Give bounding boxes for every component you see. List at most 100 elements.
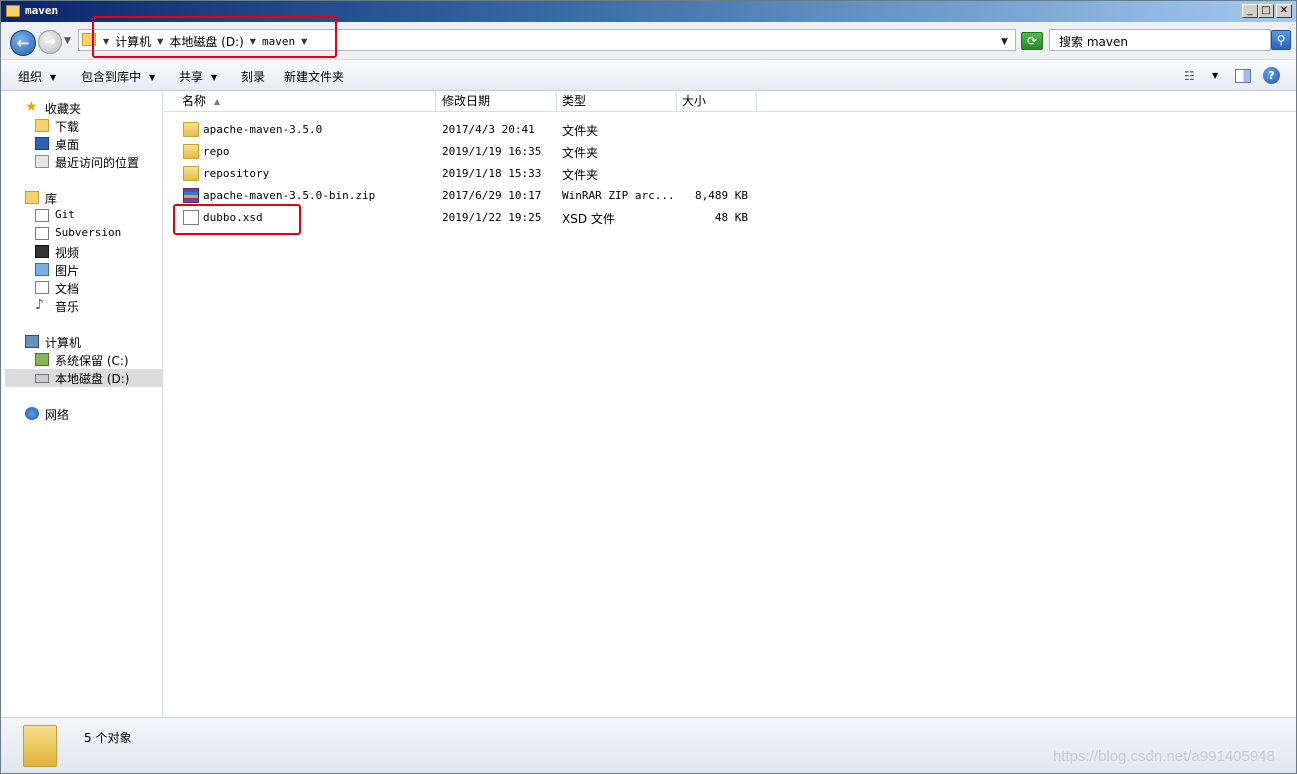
- file-row[interactable]: dubbo.xsd 2019/1/22 19:25 XSD 文件 48 KB: [177, 207, 757, 229]
- pictures-icon: [35, 263, 49, 276]
- file-list[interactable]: 名称 ▲ 修改日期 类型 大小 apache-maven-3.5.0 2017/4…: [164, 91, 1296, 717]
- file-date: 2017/6/29 10:17: [442, 189, 542, 202]
- column-header-size[interactable]: 大小: [677, 91, 757, 112]
- nav-subversion-label: Subversion: [55, 226, 122, 239]
- file-size: 8,489 KB: [695, 189, 748, 202]
- share-button[interactable]: 共享 ▼: [179, 68, 217, 85]
- search-placeholder: 搜索 maven: [1059, 35, 1128, 49]
- breadcrumb-maven[interactable]: maven: [262, 35, 295, 48]
- file-size: 48 KB: [714, 211, 748, 224]
- nav-favorites-label: 收藏夹: [45, 102, 82, 116]
- nav-drive-d[interactable]: 本地磁盘 (D:): [5, 369, 163, 387]
- file-row[interactable]: repo 2019/1/19 16:35 文件夹: [177, 141, 757, 163]
- view-dropdown-icon[interactable]: ▼: [1212, 71, 1218, 80]
- nav-network-label: 网络: [45, 408, 70, 422]
- nav-favorites[interactable]: ★ 收藏夹: [5, 99, 163, 117]
- nav-desktop-label: 桌面: [55, 138, 80, 152]
- breadcrumb-chevron-icon[interactable]: ▼: [157, 37, 163, 46]
- column-header-type[interactable]: 类型: [557, 91, 677, 112]
- drive-icon: [35, 374, 49, 383]
- git-library-icon: [35, 209, 49, 222]
- help-icon[interactable]: ?: [1263, 67, 1280, 84]
- column-header-name[interactable]: 名称 ▲: [177, 91, 436, 112]
- close-button[interactable]: ✕: [1276, 4, 1292, 18]
- share-label: 共享: [179, 70, 204, 84]
- breadcrumb-chevron-icon[interactable]: ▼: [301, 37, 307, 46]
- address-history-dropdown[interactable]: ▼: [1001, 37, 1008, 47]
- music-icon: ♪: [35, 297, 44, 313]
- folder-icon: [183, 122, 199, 137]
- file-row[interactable]: apache-maven-3.5.0 2017/4/3 20:41 文件夹: [177, 119, 757, 141]
- command-bar: 组织 ▼ 包含到库中 ▼ 共享 ▼ 刻录 新建文件夹 ☷ ▼ ?: [1, 61, 1296, 91]
- chevron-down-icon: ▼: [50, 73, 57, 82]
- nav-downloads-label: 下载: [55, 120, 80, 134]
- nav-libraries[interactable]: 库: [5, 189, 163, 207]
- nav-drive-c-label: 系统保留 (C:): [55, 354, 129, 368]
- nav-drive-c[interactable]: 系统保留 (C:): [5, 351, 163, 369]
- nav-music-label: 音乐: [55, 300, 80, 314]
- minimize-button[interactable]: _: [1242, 4, 1258, 18]
- file-type: 文件夹: [562, 124, 599, 138]
- library-icon: [25, 191, 39, 204]
- nav-network[interactable]: 网络: [5, 405, 163, 423]
- breadcrumb-chevron-icon[interactable]: ▼: [250, 37, 256, 46]
- network-icon: [25, 407, 39, 420]
- nav-subversion[interactable]: Subversion: [5, 225, 163, 243]
- search-icon[interactable]: ⚲: [1271, 30, 1291, 50]
- nav-drive-d-label: 本地磁盘 (D:): [55, 372, 130, 386]
- winrar-archive-icon: [183, 188, 199, 203]
- breadcrumb-computer[interactable]: 计算机: [115, 33, 151, 50]
- file-name: repo: [203, 145, 230, 158]
- breadcrumb-drive-d[interactable]: 本地磁盘 (D:): [169, 33, 243, 50]
- file-row[interactable]: apache-maven-3.5.0-bin.zip 2017/6/29 10:…: [177, 185, 757, 207]
- nav-recent-places[interactable]: 最近访问的位置: [5, 153, 163, 171]
- file-name: apache-maven-3.5.0-bin.zip: [203, 189, 376, 202]
- folder-icon: [6, 5, 20, 17]
- nav-computer-label: 计算机: [45, 336, 82, 350]
- nav-music[interactable]: ♪ 音乐: [5, 297, 163, 315]
- forward-button[interactable]: →: [38, 30, 62, 54]
- folder-icon: [183, 166, 199, 181]
- nav-computer[interactable]: 计算机: [5, 333, 163, 351]
- file-date: 2019/1/22 19:25: [442, 211, 542, 224]
- back-button[interactable]: ←: [10, 30, 36, 56]
- chevron-down-icon: ▼: [211, 73, 218, 82]
- breadcrumb-root-chevron-icon[interactable]: ▼: [103, 37, 109, 46]
- burn-button[interactable]: 刻录: [241, 68, 265, 85]
- recent-pages-dropdown[interactable]: ▼: [64, 36, 74, 48]
- maximize-button[interactable]: □: [1258, 4, 1274, 18]
- new-folder-button[interactable]: 新建文件夹: [284, 68, 344, 85]
- address-bar[interactable]: ▼ 计算机 ▼ 本地磁盘 (D:) ▼ maven ▼: [78, 29, 1016, 51]
- nav-pictures[interactable]: 图片: [5, 261, 163, 279]
- file-date: 2019/1/19 16:35: [442, 145, 542, 158]
- nav-libraries-label: 库: [45, 192, 58, 206]
- nav-videos[interactable]: 视频: [5, 243, 163, 261]
- nav-documents[interactable]: 文档: [5, 279, 163, 297]
- file-date: 2019/1/18 15:33: [442, 167, 542, 180]
- search-input[interactable]: 搜索 maven: [1049, 29, 1271, 51]
- explorer-window: maven _ □ ✕ ← → ▼ ▼ 计算机 ▼ 本地磁盘 (D:) ▼ ma…: [0, 0, 1297, 774]
- file-type: WinRAR ZIP arc...: [562, 189, 675, 202]
- column-header-date[interactable]: 修改日期: [437, 91, 557, 112]
- nav-desktop[interactable]: 桌面: [5, 135, 163, 153]
- nav-git[interactable]: Git: [5, 207, 163, 225]
- xsd-file-icon: [183, 210, 199, 225]
- recent-places-icon: [35, 155, 49, 168]
- navigation-pane[interactable]: ★ 收藏夹 下载 桌面 最近访问的位置 库 Git Subversion 视频 …: [5, 91, 163, 717]
- organize-button[interactable]: 组织 ▼: [18, 68, 56, 85]
- refresh-button[interactable]: ⟳: [1021, 32, 1043, 50]
- file-row[interactable]: repository 2019/1/18 15:33 文件夹: [177, 163, 757, 185]
- title-bar[interactable]: maven _ □ ✕: [1, 1, 1296, 22]
- breadcrumb: ▼ 计算机 ▼ 本地磁盘 (D:) ▼ maven ▼: [101, 33, 309, 50]
- preview-pane-icon[interactable]: [1235, 69, 1251, 83]
- file-type: XSD 文件: [562, 212, 615, 226]
- nav-downloads[interactable]: 下载: [5, 117, 163, 135]
- include-in-library-button[interactable]: 包含到库中 ▼: [81, 68, 155, 85]
- file-name: apache-maven-3.5.0: [203, 123, 323, 136]
- file-type: 文件夹: [562, 146, 599, 160]
- organize-label: 组织: [18, 70, 43, 84]
- downloads-folder-icon: [35, 119, 49, 132]
- column-header-row: 名称 ▲ 修改日期 类型 大小: [164, 91, 1296, 112]
- view-options-icon[interactable]: ☷: [1184, 69, 1195, 83]
- desktop-icon: [35, 137, 49, 150]
